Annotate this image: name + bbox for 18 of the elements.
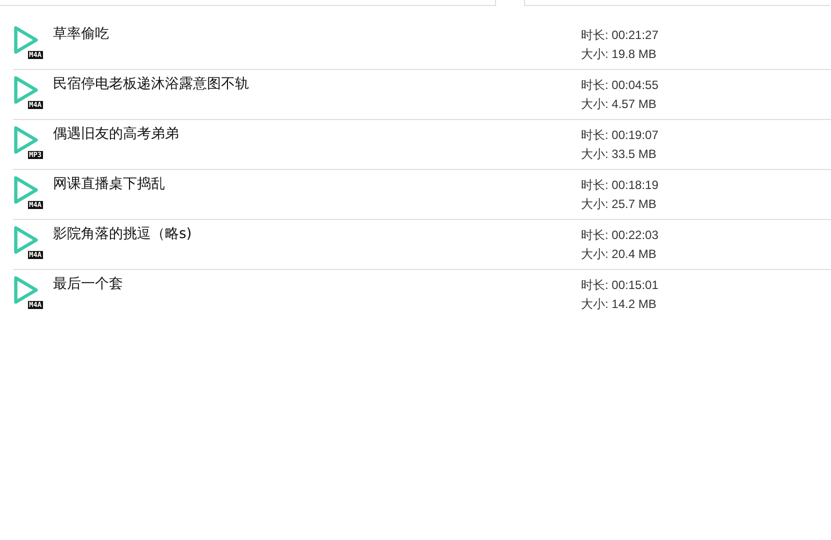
file-title: 影院角落的挑逗（略s) [53, 225, 193, 243]
file-title: 偶遇旧友的高考弟弟 [53, 125, 180, 143]
file-title: 最后一个套 [53, 275, 124, 293]
file-title: 民宿停电老板递沐浴露意图不轨 [53, 75, 250, 93]
size-text: 大小: 19.8 MB [581, 46, 658, 63]
duration-text: 时长: 00:18:19 [581, 177, 658, 194]
duration-text: 时长: 00:19:07 [581, 127, 658, 144]
size-text: 大小: 25.7 MB [581, 196, 658, 213]
duration-text: 时长: 00:22:03 [581, 227, 658, 244]
duration-text: 时长: 00:04:55 [581, 77, 658, 94]
file-title: 草率偷吃 [53, 25, 110, 43]
duration-text: 时长: 00:21:27 [581, 27, 658, 44]
size-text: 大小: 14.2 MB [581, 296, 658, 313]
size-text: 大小: 4.57 MB [581, 96, 658, 113]
size-text: 大小: 33.5 MB [581, 146, 658, 163]
duration-text: 时长: 00:15:01 [581, 277, 658, 294]
size-text: 大小: 20.4 MB [581, 246, 658, 263]
file-title: 网课直播桌下捣乱 [53, 175, 166, 193]
